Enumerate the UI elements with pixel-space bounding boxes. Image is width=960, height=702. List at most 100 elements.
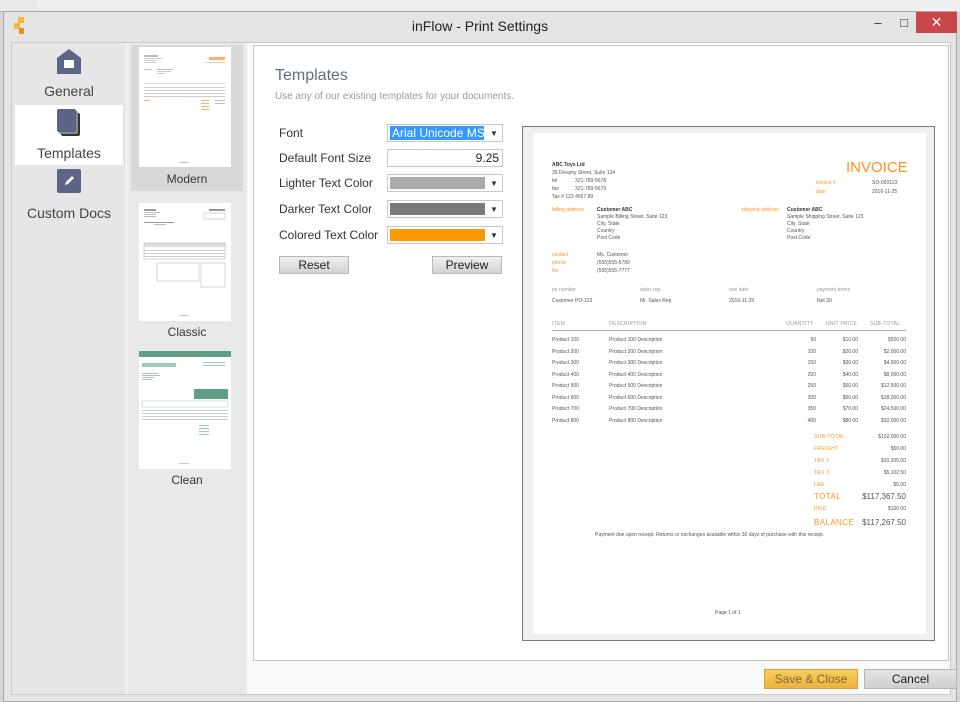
chevron-down-icon[interactable]: ▼ (486, 227, 502, 243)
table-cell: $10.00 (842, 337, 858, 343)
print-settings-window: inFlow - Print Settings – □ ✕ General Te… (3, 11, 957, 702)
table-cell: $30.00 (842, 360, 858, 366)
invoice-date: 2016-11-25 (872, 189, 898, 195)
total-value: $117,267.50 (862, 518, 906, 527)
table-cell: $18,000.00 (880, 394, 906, 401)
total-value: $5.00 (893, 482, 906, 488)
column-header: ITEM (552, 321, 566, 327)
fax2-label: fax (552, 268, 559, 274)
home-icon (57, 49, 81, 74)
invoice-number-label: invoice # (816, 180, 836, 186)
table-cell: Product 200 Description (609, 348, 663, 355)
meta-header: payment terms (817, 287, 851, 293)
chevron-down-icon[interactable]: ▼ (486, 201, 502, 217)
nav-item-custom-docs[interactable]: Custom Docs (15, 167, 123, 227)
font-size-input[interactable]: 9.25 (387, 149, 503, 167)
template-modern[interactable]: Modern (131, 45, 243, 191)
settings-nav: General Templates Custom Docs (12, 43, 126, 694)
template-list: Modern Classic Clean (127, 43, 247, 694)
font-select[interactable]: Arial Unicode MS ▼ (387, 124, 503, 142)
table-cell: $2,000.00 (883, 348, 906, 355)
maximize-button[interactable]: □ (892, 12, 916, 33)
billing-line: Sample Billing Street, Suite 123 (597, 214, 668, 220)
colored-color-swatch (390, 229, 485, 241)
total-label: FEE (814, 482, 825, 488)
nav-label: Custom Docs (26, 205, 112, 221)
nav-item-templates[interactable]: Templates (15, 105, 123, 165)
contact-value: Ms. Customer (597, 252, 629, 258)
close-button[interactable]: ✕ (916, 12, 957, 33)
total-label: TAX 2 (814, 470, 830, 476)
phone-label: phone (552, 260, 566, 266)
meta-value: Customer PO-123 (552, 298, 593, 304)
lighter-color-picker[interactable]: ▼ (387, 174, 503, 192)
invoice-preview[interactable]: ABC Toys Ltd 35 Dreamy Street, Suite 134… (522, 126, 935, 641)
minimize-button[interactable]: – (864, 12, 892, 33)
column-header: UNIT PRICE (826, 321, 858, 327)
table-cell: 100 (807, 348, 816, 355)
table-cell: Product 500 (552, 383, 579, 389)
tel-value: 321-789-5678 (575, 178, 607, 184)
save-close-button[interactable]: Save & Close (764, 669, 858, 689)
darker-color-picker[interactable]: ▼ (387, 200, 503, 218)
table-divider (552, 330, 906, 331)
page-number: Page 1 of 1 (715, 610, 741, 616)
table-cell: 350 (807, 406, 816, 412)
table-cell: $60.00 (842, 394, 858, 401)
shipping-line: Country (787, 228, 805, 234)
table-cell: $50.00 (842, 383, 858, 389)
template-label: Clean (171, 473, 203, 487)
meta-value: Net 30 (817, 298, 832, 304)
total-label: TOTAL (814, 492, 842, 501)
title-bar[interactable]: inFlow - Print Settings – □ ✕ (4, 12, 957, 42)
template-thumbnail-clean (139, 351, 231, 469)
invoice-page: ABC Toys Ltd 35 Dreamy Street, Suite 134… (533, 133, 926, 634)
nav-label: Templates (37, 145, 101, 161)
contact-label: contact (552, 252, 569, 258)
table-cell: $40.00 (842, 371, 858, 378)
page-subtitle: Use any of our existing templates for yo… (275, 91, 515, 102)
table-cell: 150 (807, 360, 816, 366)
date-label: date (816, 189, 826, 195)
total-label: BALANCE (814, 518, 855, 527)
total-value: $117,367.50 (862, 492, 906, 501)
nav-item-general[interactable]: General (15, 43, 123, 103)
template-classic[interactable]: Classic (131, 201, 243, 343)
lighter-color-row: Lighter Text Color ▼ (279, 174, 504, 192)
table-cell: 300 (807, 394, 816, 401)
font-size-value: 9.25 (475, 151, 499, 165)
chevron-down-icon[interactable]: ▼ (486, 125, 502, 141)
fax-value: 321-789-5679 (575, 186, 607, 192)
table-cell: Product 100 (552, 337, 579, 343)
page-title: Templates (275, 67, 348, 84)
reset-button[interactable]: Reset (279, 256, 349, 274)
table-cell: Product 700 Description (609, 406, 663, 412)
template-settings-panel: Templates Use any of our existing templa… (253, 45, 949, 661)
meta-header: po number (552, 287, 576, 293)
table-cell: Product 300 Description (609, 360, 663, 366)
colored-color-picker[interactable]: ▼ (387, 226, 503, 244)
table-cell: $70.00 (842, 406, 858, 412)
fax-label: fax (552, 186, 559, 192)
font-label: Font (279, 126, 304, 140)
total-value: $5,102.50 (883, 470, 906, 476)
preview-button[interactable]: Preview (432, 256, 502, 274)
table-cell: Product 600 (552, 394, 579, 401)
template-clean[interactable]: Clean (131, 349, 243, 491)
company-address: 35 Dreamy Street, Suite 134 (552, 170, 616, 176)
shipping-line: City, State (787, 221, 810, 227)
cancel-button[interactable]: Cancel (864, 669, 957, 689)
total-label: FREIGHT (814, 446, 839, 452)
template-thumbnail-modern (139, 47, 231, 167)
darker-color-label: Darker Text Color (279, 202, 373, 216)
table-cell: Product 800 (552, 417, 579, 424)
table-cell: $20.00 (842, 348, 858, 355)
chevron-down-icon[interactable]: ▼ (486, 175, 502, 191)
total-value: $100.00 (887, 506, 906, 512)
tax-line: Tax # 123 4567 89 (552, 194, 594, 200)
lighter-color-label: Lighter Text Color (279, 176, 373, 190)
window-title: inFlow - Print Settings (411, 18, 549, 34)
invoice-number: SO-000123 (872, 180, 898, 186)
total-label: TAX 1 (814, 458, 830, 464)
table-cell: 400 (807, 417, 816, 424)
